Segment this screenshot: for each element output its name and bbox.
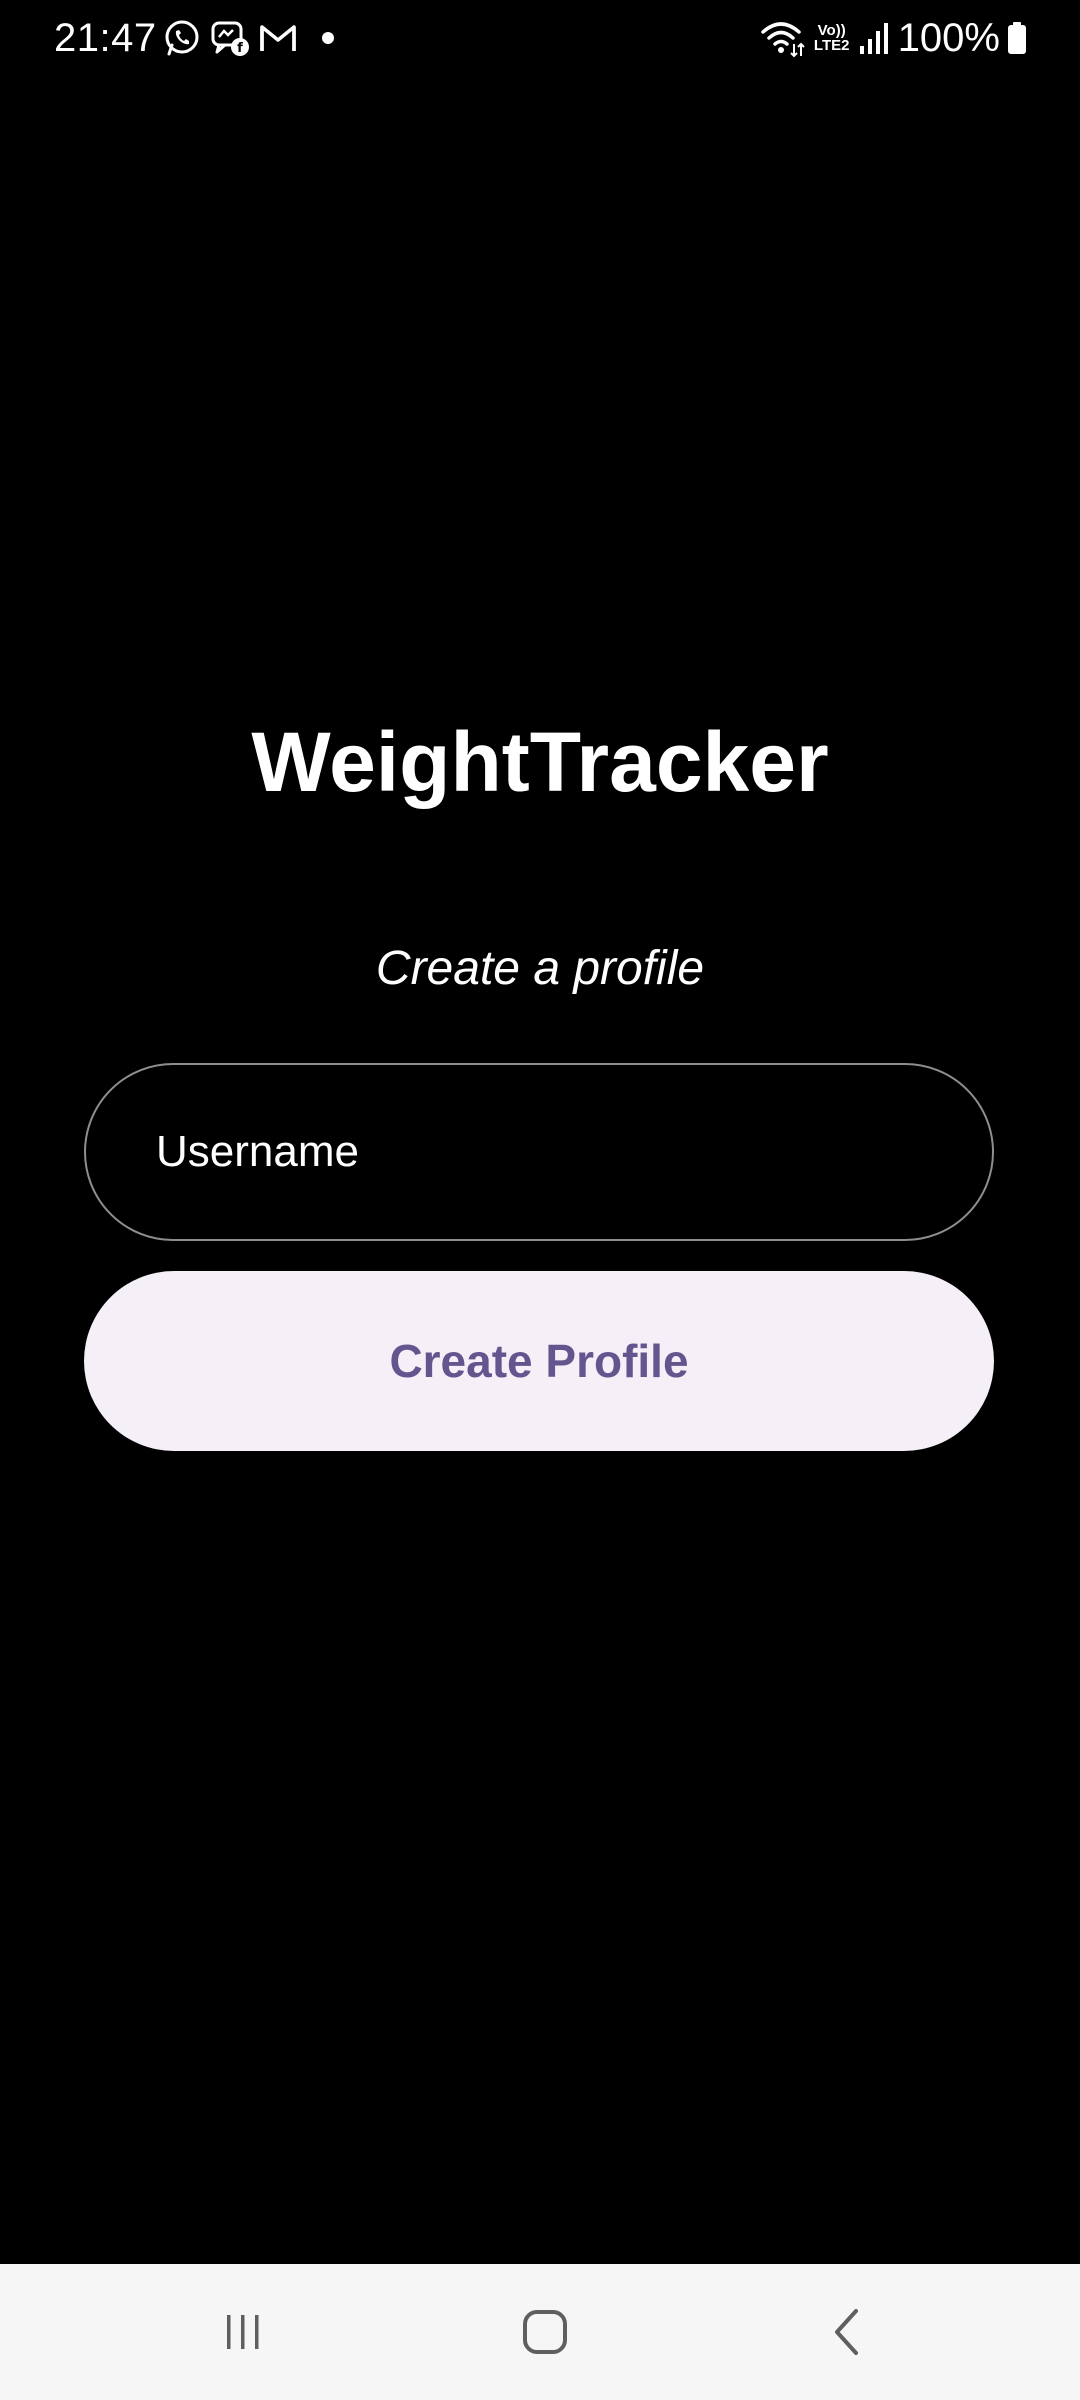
home-icon [523, 2310, 567, 2354]
system-status-icons: Vo)) LTE2 100% [760, 14, 1028, 62]
status-bar: 21:47 f Vo)) LTE2 100% [0, 0, 1080, 76]
whatsapp-icon [165, 20, 199, 56]
volte-label: Vo)) [817, 22, 846, 39]
notification-icons: f [162, 16, 334, 60]
more-notifications-dot [322, 32, 334, 44]
home-button[interactable] [485, 2292, 605, 2372]
wifi-icon [760, 22, 805, 58]
battery-percent: 100% [897, 16, 1000, 60]
status-time: 21:47 [54, 16, 157, 60]
messenger-icon: f [211, 21, 249, 56]
gmail-icon [260, 25, 296, 51]
signal-bars-icon [859, 23, 888, 54]
battery-full-icon [1008, 22, 1026, 54]
back-button[interactable] [788, 2292, 908, 2372]
username-field[interactable] [84, 1063, 994, 1241]
app-title: WeightTracker [251, 715, 829, 809]
back-icon [835, 2309, 858, 2355]
recents-icon [227, 2315, 259, 2349]
lte-label: LTE2 [813, 37, 850, 54]
create-profile-subtitle: Create a profile [375, 942, 705, 995]
system-navigation-bar [0, 2264, 1080, 2400]
svg-text:f: f [237, 41, 243, 56]
lte-indicator: Vo)) LTE2 [812, 23, 852, 53]
username-input[interactable] [86, 1065, 992, 1239]
create-profile-button[interactable]: Create Profile [84, 1271, 994, 1451]
recents-button[interactable] [183, 2292, 303, 2372]
